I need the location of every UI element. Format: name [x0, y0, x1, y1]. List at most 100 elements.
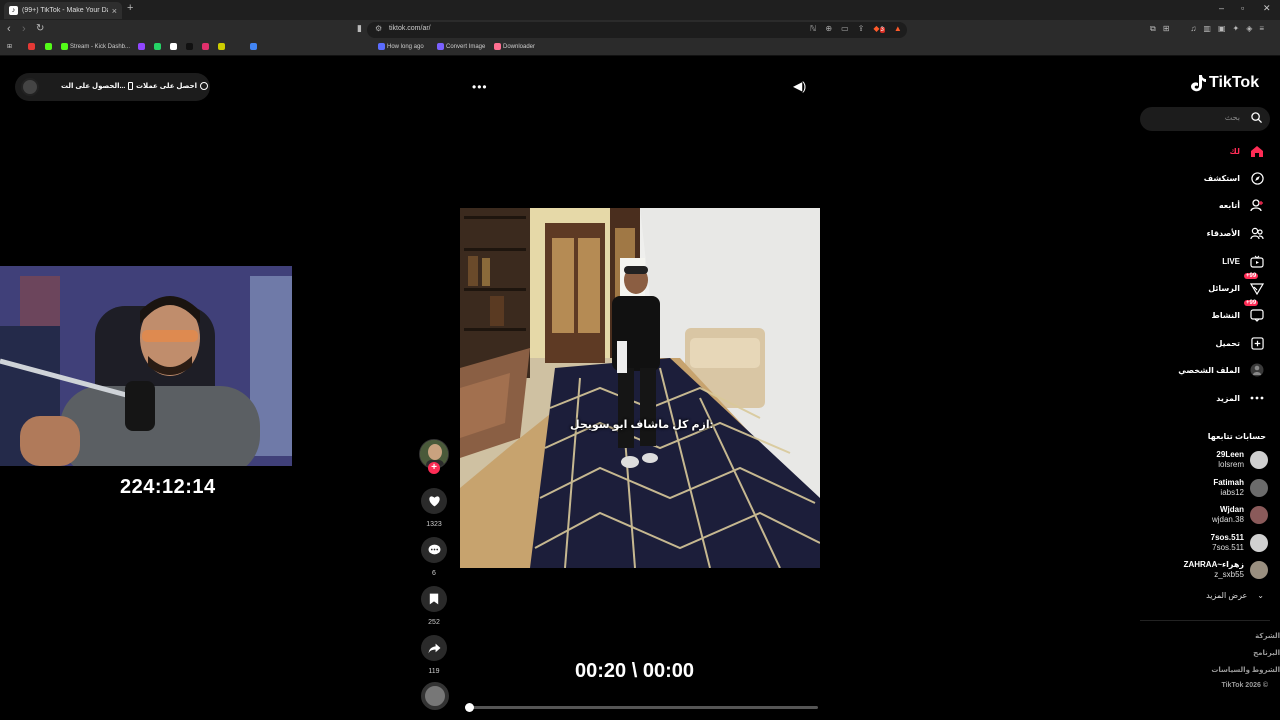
bookmark-item[interactable] — [154, 43, 161, 50]
get-coins-label: احصل على عملات — [136, 83, 198, 90]
bookmark-item[interactable]: Downloader — [494, 43, 535, 50]
show-more-button[interactable]: عرض المزيد ⌄ — [1206, 591, 1264, 600]
like-button[interactable] — [421, 488, 447, 514]
reload-icon[interactable]: ↻ — [36, 23, 44, 34]
close-window-icon[interactable]: ✕ — [1263, 3, 1271, 14]
following-accounts-title: حسابات تتابعها — [1207, 432, 1266, 441]
tiktok-favicon-icon: ♪ — [9, 6, 18, 15]
music-disc-icon[interactable] — [421, 682, 449, 710]
browser-tab-bar: ♪ (99+) TikTok - Make Your Day × + – ▫ ✕ — [0, 0, 1280, 20]
video-progress-thumb[interactable] — [464, 703, 474, 712]
forward-icon[interactable]: › — [22, 23, 26, 35]
url-text[interactable]: tiktok.com/ar/ — [389, 25, 431, 32]
browser-tab[interactable]: ♪ (99+) TikTok - Make Your Day × — [4, 2, 122, 19]
sidebar-nav-item[interactable]: أتابعه — [1219, 195, 1264, 215]
account-handle: 7sos.511 — [1212, 543, 1244, 552]
bookmark-favicon-icon — [28, 43, 35, 50]
phone-icon — [128, 82, 134, 90]
sidebar-nav-item[interactable]: LIVE — [1222, 251, 1264, 271]
sidebar-nav-item[interactable]: الرسائل +99 — [1208, 273, 1264, 298]
footer-program-link[interactable]: البرنامج — [1253, 649, 1280, 657]
sidebar-nav-item[interactable]: تحميل — [1215, 333, 1264, 353]
save-button[interactable] — [421, 586, 447, 612]
bookmark-item[interactable] — [170, 43, 177, 50]
close-tab-icon[interactable]: × — [112, 6, 117, 16]
bookmark-item[interactable] — [186, 43, 193, 50]
sidebar-nav-label: المزيد — [1216, 393, 1240, 403]
sidebar-nav-item[interactable]: استكشف — [1204, 168, 1264, 188]
bookmark-icon — [429, 593, 439, 605]
account-handle: lolsrem — [1218, 460, 1244, 469]
vpn-icon[interactable]: ◈ — [1246, 24, 1252, 34]
followed-account-item[interactable]: Fatimah iabs12 — [1213, 476, 1268, 500]
wallet-icon[interactable]: ▣ — [1218, 24, 1226, 34]
share-button[interactable] — [421, 635, 447, 661]
share-icon[interactable]: ⇪ — [858, 24, 865, 33]
sidebar-nav-item[interactable]: الملف الشخصي — [1178, 360, 1264, 380]
bookmark-item[interactable] — [28, 43, 35, 50]
followed-account-item[interactable]: Wjdan wjdan.38 — [1212, 503, 1268, 527]
chevron-down-icon: ⌄ — [1257, 591, 1264, 600]
translate-icon[interactable]: ℕ — [810, 24, 816, 33]
bookmark-favicon-icon — [202, 43, 209, 50]
follow-button[interactable]: + — [428, 462, 440, 474]
comment-button[interactable] — [421, 537, 447, 563]
shield-icon[interactable]: ◆3 — [873, 24, 885, 33]
more-options-icon[interactable]: ••• — [472, 80, 488, 94]
bookmark-favicon-icon — [250, 43, 257, 50]
apps-icon[interactable]: ⊞ — [7, 43, 12, 50]
bookmark-item[interactable] — [202, 43, 209, 50]
comment-count: 6 — [432, 570, 436, 577]
webcam-frame — [0, 266, 292, 466]
bookmark-favicon-icon — [218, 43, 225, 50]
minimize-icon[interactable]: – — [1219, 3, 1224, 13]
sidebar-nav-item[interactable]: لك — [1230, 141, 1264, 161]
save-count: 252 — [428, 619, 440, 626]
sidebar-nav-item[interactable]: الأصدقاء — [1207, 223, 1264, 243]
extension-icon[interactable]: ⧉ — [1150, 24, 1156, 34]
footer-company-link[interactable]: الشركة — [1255, 632, 1280, 640]
maximize-icon[interactable]: ▫ — [1241, 3, 1244, 13]
bookmark-item[interactable]: How long ago — [378, 43, 424, 50]
bookmark-item[interactable]: Convert Image — [437, 43, 485, 50]
bookmark-item[interactable] — [138, 43, 145, 50]
share-arrow-icon — [428, 643, 440, 653]
bookmark-icon[interactable]: ▮ — [357, 23, 362, 34]
followed-account-item[interactable]: ZAHRAA~زهراء z_sxb55 — [1184, 558, 1268, 582]
bookmark-item[interactable] — [250, 43, 257, 50]
menu-icon[interactable]: ≡ — [1259, 24, 1264, 34]
account-name: 7sos.511 — [1210, 533, 1244, 542]
comment-icon — [428, 544, 440, 555]
bookmark-item[interactable]: Stream - Kick Dashb... — [61, 43, 130, 50]
site-info-icon[interactable]: ⚙ — [375, 24, 382, 33]
volume-icon[interactable]: ◀) — [793, 79, 806, 93]
stream-timer: 224:12:14 — [120, 476, 216, 498]
followed-account-item[interactable]: 29Leen lolsrem — [1216, 448, 1268, 472]
bookmark-favicon-icon — [494, 43, 501, 50]
new-tab-button[interactable]: + — [127, 2, 133, 14]
coin-icon — [200, 82, 209, 90]
video-player[interactable] — [460, 208, 820, 568]
rewards-icon[interactable]: ▲ — [894, 24, 902, 33]
leo-icon[interactable]: ✦ — [1233, 24, 1240, 34]
bookmark-item[interactable] — [45, 43, 52, 50]
music-icon[interactable]: ♫ — [1190, 24, 1196, 34]
bookmark-item[interactable] — [218, 43, 225, 50]
search-icon[interactable] — [1251, 112, 1262, 123]
footer-terms-link[interactable]: الشروط والسياسات — [1211, 666, 1280, 674]
sidebar-nav-item[interactable]: المزيد — [1216, 388, 1264, 408]
zoom-icon[interactable]: ⊕ — [825, 24, 832, 33]
followed-account-item[interactable]: 7sos.511 7sos.511 — [1211, 531, 1268, 555]
tiktok-logo[interactable]: TikTok — [1190, 74, 1259, 92]
account-name: Wjdan — [1220, 505, 1244, 514]
user-avatar[interactable] — [21, 78, 39, 96]
account-avatar — [1250, 451, 1268, 469]
cast-icon[interactable]: ▭ — [841, 24, 849, 33]
puzzle-icon[interactable]: ⊞ — [1163, 24, 1170, 34]
back-icon[interactable]: ‹ — [7, 23, 11, 35]
get-app-button[interactable]: الحصول على الت... — [61, 82, 134, 90]
sidebar-nav-item[interactable]: النشاط +99 — [1212, 300, 1264, 325]
get-coins-button[interactable]: احصل على عملات — [136, 82, 209, 90]
sidebar-icon[interactable]: ▥ — [1203, 24, 1211, 34]
video-progress-track[interactable] — [465, 706, 818, 709]
